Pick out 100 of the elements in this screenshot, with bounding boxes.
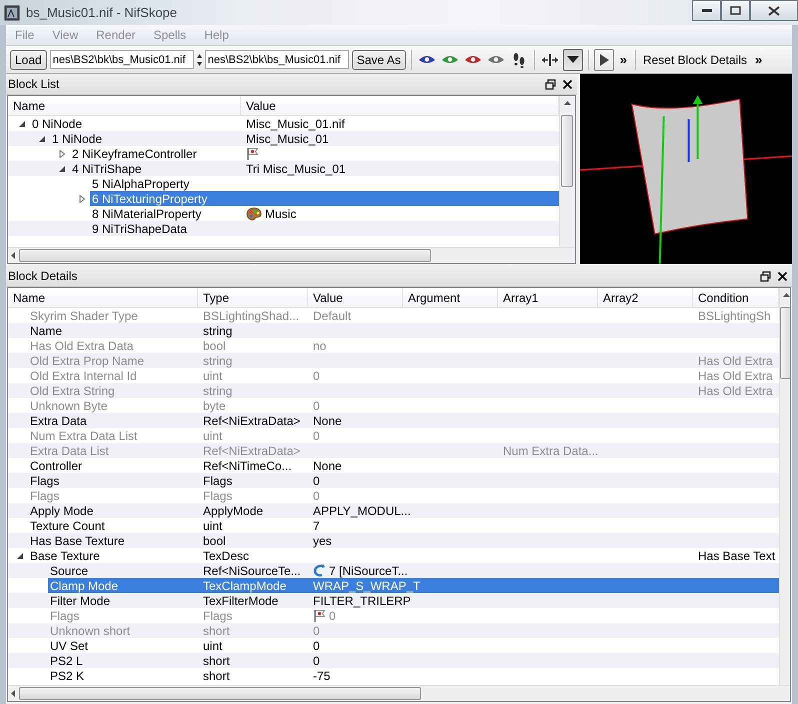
view-toolbar-button[interactable] (562, 48, 583, 70)
property-array1: Num Extra Data... (503, 444, 598, 458)
property-type: Flags (203, 608, 232, 622)
property-name: Name (29, 324, 62, 338)
property-type: Ref<NiExtraData> (203, 414, 300, 428)
close-button[interactable] (750, 0, 798, 21)
property-name: Old Extra Prop Name (29, 354, 144, 368)
flag-icon (246, 147, 259, 160)
scroll-left-arrow-icon[interactable] (10, 252, 15, 259)
column-header[interactable]: Array1 (498, 288, 598, 307)
property-type: uint (203, 428, 222, 442)
flag-icon (313, 609, 326, 622)
block-name: 8 NiMaterialProperty (91, 206, 202, 220)
property-row[interactable]: PS2 K short -75 (8, 668, 779, 683)
scroll-thumb[interactable] (19, 249, 431, 262)
scroll-thumb[interactable] (19, 687, 421, 700)
scroll-up-arrow-icon[interactable] (782, 292, 790, 297)
close-icon[interactable] (777, 270, 788, 282)
vertical-scrollbar[interactable] (558, 96, 575, 247)
column-header[interactable]: Argument (403, 288, 498, 307)
scroll-left-arrow-icon[interactable] (10, 690, 15, 697)
property-name: Extra Data List (29, 444, 109, 458)
reset-block-details-button[interactable]: Reset Block Details (640, 52, 750, 66)
property-name: Unknown short (49, 624, 130, 638)
property-value: 0 (313, 428, 320, 442)
column-header[interactable]: Array2 (598, 288, 693, 307)
property-row[interactable]: Source Ref<NiSourceTe... 7 [NiSourceT... (8, 563, 779, 578)
property-row[interactable]: Extra Data Ref<NiExtraData> None (8, 413, 779, 428)
property-row[interactable]: Name string (8, 323, 779, 338)
property-name: Unknown Byte (29, 398, 108, 412)
property-value: 0 (313, 488, 320, 502)
tree-row[interactable]: 5 NiAlphaProperty (8, 176, 559, 191)
load-button[interactable]: Load (10, 50, 47, 70)
minimize-button[interactable] (692, 0, 721, 21)
property-value: 0 (313, 654, 320, 668)
property-row[interactable]: Has Base Texture bool yes (8, 533, 779, 548)
property-name: Controller (29, 458, 82, 472)
close-icon[interactable] (562, 78, 573, 90)
property-row[interactable]: UV Set uint 0 (8, 638, 779, 653)
tree-row[interactable]: 8 NiMaterialProperty Music (8, 206, 559, 221)
collapsed-triangle-icon[interactable] (58, 150, 66, 158)
tree-row[interactable]: 0 NiNode Misc_Music_01.nif (8, 116, 559, 131)
tree-row[interactable]: 4 NiTriShape Tri Misc_Music_01 (8, 161, 559, 176)
property-value: WRAP_S_WRAP_T (313, 578, 420, 592)
tree-row[interactable]: 1 NiNode Misc_Music_01 (8, 131, 559, 146)
float-icon[interactable] (544, 78, 556, 90)
property-value: yes (313, 534, 332, 548)
column-header[interactable]: Type (198, 288, 308, 307)
property-name: Old Extra String (29, 384, 115, 398)
property-row[interactable]: Flags Flags 0 (8, 473, 779, 488)
toolbar-overflow[interactable]: » (616, 52, 630, 67)
scroll-thumb[interactable] (780, 307, 790, 379)
play-button[interactable] (594, 48, 614, 70)
file-path-field[interactable]: nes\BS2\bk\bs_Music01.nif (204, 50, 349, 69)
property-row[interactable]: Filter Mode TexFilterMode FILTER_TRILERP (8, 593, 779, 608)
property-type: string (203, 324, 232, 338)
expanded-triangle-icon[interactable] (38, 134, 46, 142)
toolbar-overflow[interactable]: » (752, 52, 766, 67)
expanded-triangle-icon[interactable] (16, 552, 24, 560)
axis-arrows-icon (540, 52, 559, 66)
property-name: PS2 L (49, 654, 83, 668)
column-header[interactable]: Value (308, 288, 403, 307)
property-row[interactable]: Texture Count uint 7 (8, 518, 779, 533)
app-icon (4, 4, 20, 20)
column-header[interactable]: Name (8, 288, 198, 307)
file-path-field[interactable]: nes\BS2\bk\bs_Music01.nif (50, 50, 194, 69)
column-header[interactable]: Name (8, 96, 241, 115)
block-name: 1 NiNode (51, 132, 102, 146)
block-name: 4 NiTriShape (71, 162, 142, 176)
property-type: short (203, 624, 230, 638)
property-value: no (313, 338, 326, 352)
vertical-scrollbar[interactable] (779, 288, 790, 685)
property-type: short (203, 654, 230, 668)
spin-arrows-icon[interactable] (196, 52, 202, 66)
block-name: 0 NiNode (31, 116, 82, 130)
property-value: None (313, 414, 342, 428)
scroll-up-arrow-icon[interactable] (564, 100, 571, 105)
collapsed-triangle-icon[interactable] (78, 194, 86, 202)
property-row[interactable]: PS2 L short 0 (8, 653, 779, 668)
expanded-triangle-icon[interactable] (18, 120, 26, 128)
property-value: 0 (313, 474, 320, 488)
window-title: bs_Music01.nif - NifSkope (26, 5, 178, 20)
save-as-button[interactable]: Save As (352, 50, 406, 70)
property-name: PS2 K (49, 668, 84, 682)
scroll-thumb[interactable] (561, 115, 574, 187)
property-condition: Has Old Extra (698, 384, 773, 398)
tree-row[interactable]: 9 NiTriShapeData (8, 221, 559, 236)
maximize-button[interactable] (721, 0, 750, 21)
property-name: Flags (29, 474, 60, 488)
float-icon[interactable] (760, 270, 771, 282)
property-name: Num Extra Data List (29, 428, 138, 442)
property-row[interactable]: Base Texture TexDesc Has Base Text (8, 548, 779, 563)
horizontal-scrollbar[interactable] (8, 247, 575, 263)
horizontal-scrollbar[interactable] (8, 685, 790, 701)
block-value: Music (265, 206, 296, 220)
property-row[interactable]: Apply Mode ApplyMode APPLY_MODUL... (8, 503, 779, 518)
property-row[interactable]: Controller Ref<NiTimeCo... None (8, 458, 779, 473)
expanded-triangle-icon[interactable] (58, 164, 66, 172)
tree-row[interactable]: 2 NiKeyframeController (8, 146, 559, 161)
property-type: ApplyMode (203, 504, 264, 518)
